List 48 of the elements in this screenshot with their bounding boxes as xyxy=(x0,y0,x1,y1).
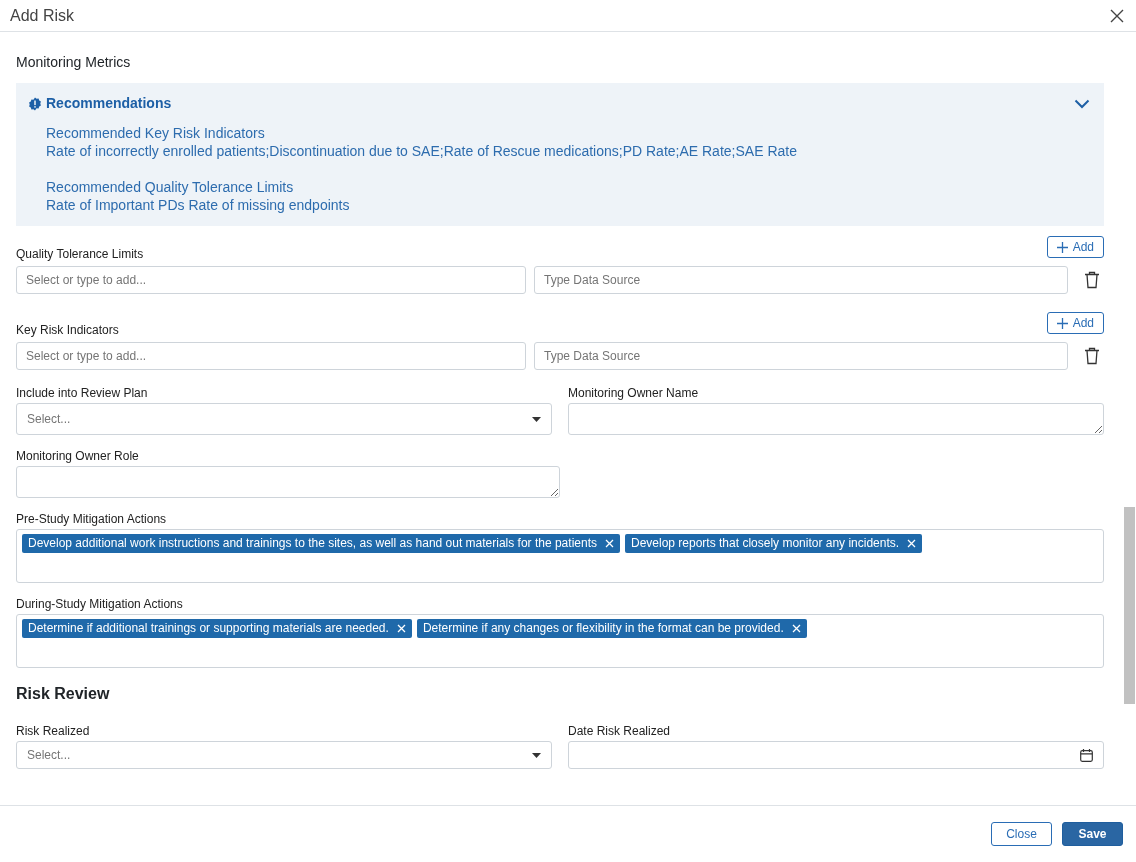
remove-icon[interactable] xyxy=(791,624,801,633)
caret-icon xyxy=(532,416,541,422)
input-field[interactable]: Type Data Source xyxy=(534,342,1068,370)
trash-icon[interactable] xyxy=(1084,271,1100,289)
tag-chip[interactable]: Determine if additional trainings or supporting materials are needed. xyxy=(22,619,412,638)
recommendation-heading: Recommended Key Risk Indicators xyxy=(45,124,266,142)
alert-badge-icon xyxy=(28,96,42,111)
close-button[interactable]: Close xyxy=(991,822,1052,846)
recommendation-text: Rate of Important PDs Rate of missing endpoints xyxy=(45,196,351,214)
remove-icon[interactable] xyxy=(605,539,614,548)
field-label: Pre-Study Mitigation Actions xyxy=(16,512,168,526)
section-title: Monitoring Metrics xyxy=(16,53,132,72)
tag-chip[interactable]: Determine if any changes or flexibility in the format can be provided. xyxy=(416,619,807,638)
plus-icon xyxy=(1056,317,1068,329)
field-label: Key Risk Indicators xyxy=(16,323,119,337)
tag-chip[interactable]: Develop additional work instructions and trainings to the sites, as well as hand out materials for the patients xyxy=(22,534,620,553)
tag-chip[interactable]: Develop reports that closely monitor any incidents. xyxy=(625,534,923,553)
add-button[interactable]: Add xyxy=(1046,312,1104,334)
dialog-title: Add Risk xyxy=(10,5,75,26)
date-field[interactable] xyxy=(568,741,1104,769)
tag-input-field[interactable]: Determine if additional trainings or supporting materials are needed. Determine if any changes or flexibility in the format can be provided. xyxy=(16,614,1104,668)
scrollbar-thumb[interactable] xyxy=(1124,507,1135,704)
input-field[interactable]: Select or type to add... xyxy=(16,266,526,294)
field-label: Risk Realized xyxy=(16,724,91,738)
panel-title: Recommendations xyxy=(46,94,172,113)
select-field[interactable]: Select... xyxy=(16,741,552,769)
remove-icon[interactable] xyxy=(907,539,917,548)
field-label: Monitoring Owner Name xyxy=(568,386,700,400)
field-label: Monitoring Owner Role xyxy=(16,449,140,463)
caret-icon xyxy=(532,752,541,758)
field-label: During-Study Mitigation Actions xyxy=(16,597,184,611)
tag-input-field[interactable]: Develop additional work instructions and trainings to the sites, as well as hand out materials for the patients Develop reports that closely monitor any incidents. xyxy=(16,529,1104,583)
section-heading: Risk Review xyxy=(16,684,111,704)
plus-icon xyxy=(1056,241,1068,253)
input-field[interactable]: Type Data Source xyxy=(534,266,1068,294)
calendar-icon xyxy=(1080,748,1093,762)
add-button[interactable]: Add xyxy=(1046,236,1104,258)
chevron-icon[interactable] xyxy=(1074,98,1090,109)
recommendation-text: Rate of incorrectly enrolled patients;Discontinuation due to SAE;Rate of Rescue medications;PD Rate;AE Rate;SAE Rate xyxy=(45,142,798,160)
select-field[interactable]: Select... xyxy=(16,403,552,435)
recommendation-heading: Recommended Quality Tolerance Limits xyxy=(45,178,295,196)
input-field[interactable]: Select or type to add... xyxy=(16,342,526,370)
field-label: Date Risk Realized xyxy=(568,724,672,738)
save-button[interactable]: Save xyxy=(1062,822,1123,846)
remove-icon[interactable] xyxy=(396,624,406,633)
field-label: Quality Tolerance Limits xyxy=(16,247,144,261)
trash-icon[interactable] xyxy=(1084,347,1100,365)
field-label: Include into Review Plan xyxy=(16,386,149,400)
